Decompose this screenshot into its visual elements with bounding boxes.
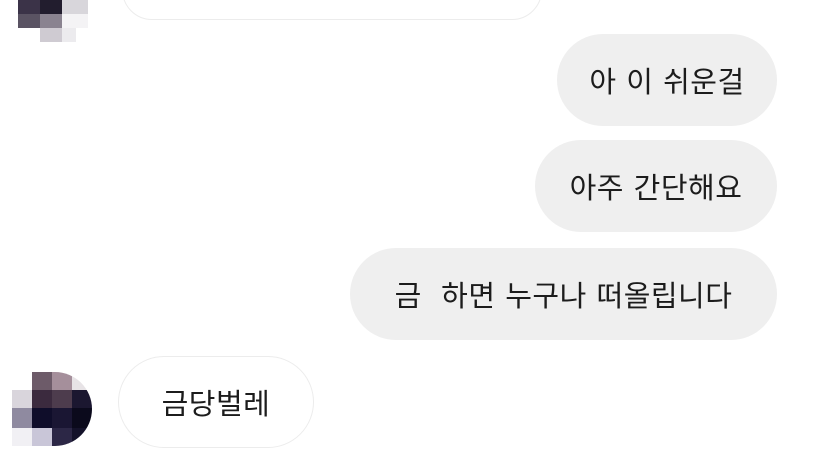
message-bubble-outgoing: 아 이 쉬운걸	[557, 34, 777, 126]
message-bubble-outgoing: 금 하면 누구나 떠올립니다	[350, 248, 777, 340]
message-text: 금 하면 누구나 떠올립니다	[394, 279, 733, 313]
message-bubble-incoming	[122, 0, 542, 20]
message-text: 아 이 쉬운걸	[589, 65, 745, 99]
message-bubble-outgoing: 아주 간단해요	[535, 140, 777, 232]
avatar[interactable]	[18, 0, 88, 44]
chat-thread: 아 이 쉬운걸 아주 간단해요 금 하면 누구나 떠올립니다 금당벌레	[0, 0, 815, 451]
message-text: 아주 간단해요	[569, 171, 743, 205]
avatar[interactable]	[12, 372, 92, 446]
message-text: 금당벌레	[161, 387, 271, 421]
message-bubble-incoming: 금당벌레	[118, 356, 314, 448]
